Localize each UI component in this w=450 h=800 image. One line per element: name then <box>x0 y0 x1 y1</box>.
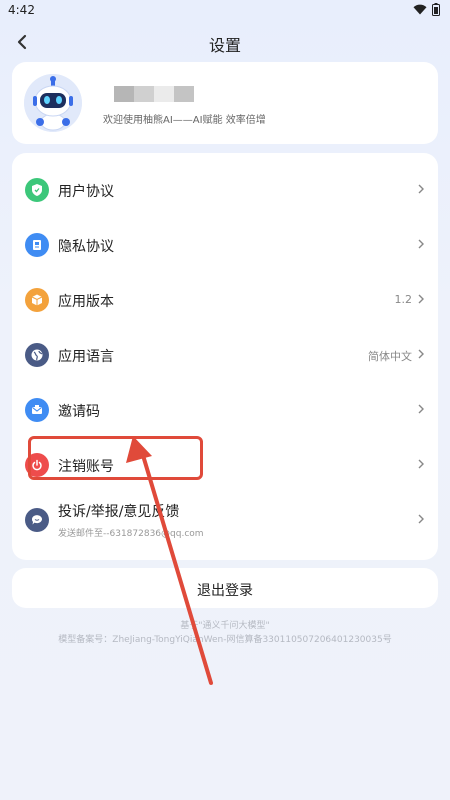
status-bar: 4:42 <box>0 0 450 22</box>
header: 设置 <box>0 26 450 60</box>
menu-label: 邀请码 <box>58 404 100 420</box>
welcome-text: 欢迎使用柚熊AI——AI赋能 效率倍增 <box>103 115 266 126</box>
menu-item-app-version[interactable]: 应用版本 1.2 <box>12 273 438 328</box>
menu-label: 投诉/举报/意见反馈 <box>58 504 180 520</box>
menu-item-feedback[interactable]: 投诉/举报/意见反馈 发送邮件至--631872836@qq.com <box>12 493 438 548</box>
menu-item-privacy-agreement[interactable]: 隐私协议 <box>12 218 438 273</box>
status-icons <box>413 3 440 16</box>
chevron-right-icon <box>418 294 424 304</box>
chevron-right-icon <box>418 349 424 359</box>
footer-model-info: 基于"通义千问大模型" <box>180 621 270 631</box>
menu-item-user-agreement[interactable]: 用户协议 <box>12 163 438 218</box>
chat-icon <box>25 508 49 532</box>
chevron-right-icon <box>418 184 424 194</box>
menu-item-app-language[interactable]: 应用语言 简体中文 <box>12 328 438 383</box>
battery-icon <box>432 3 440 16</box>
envelope-icon <box>25 398 49 422</box>
box-icon <box>25 288 49 312</box>
avatar[interactable] <box>24 74 82 132</box>
menu-label: 隐私协议 <box>58 239 114 255</box>
menu-value-version: 1.2 <box>394 293 413 306</box>
settings-menu: 用户协议 隐私协议 应用版本 1.2 应用语言 简体中文 邀请码 注销账号 投诉… <box>12 153 438 560</box>
chevron-right-icon <box>418 514 424 524</box>
robot-avatar-icon <box>24 74 82 132</box>
status-time: 4:42 <box>8 3 35 17</box>
page-title: 设置 <box>208 36 241 55</box>
logout-button[interactable]: 退出登录 <box>12 568 438 608</box>
profile-card[interactable]: 欢迎使用柚熊AI——AI赋能 效率倍增 <box>12 62 438 144</box>
menu-value-language: 简体中文 <box>368 350 412 363</box>
feedback-email: 发送邮件至--631872836@qq.com <box>58 529 204 539</box>
wifi-icon <box>413 4 427 15</box>
chevron-right-icon <box>418 404 424 414</box>
shield-icon <box>25 178 49 202</box>
annotation-highlight-box <box>28 436 203 480</box>
menu-item-invite-code[interactable]: 邀请码 <box>12 383 438 438</box>
menu-label: 用户协议 <box>58 184 114 200</box>
chevron-right-icon <box>418 239 424 249</box>
globe-icon <box>25 343 49 367</box>
logout-label: 退出登录 <box>197 583 253 599</box>
menu-label: 应用版本 <box>58 294 114 310</box>
username-redacted <box>114 86 194 102</box>
menu-label: 应用语言 <box>58 349 114 365</box>
document-icon <box>25 233 49 257</box>
chevron-right-icon <box>418 459 424 469</box>
footer-filing-number: 模型备案号：ZheJiang-TongYiQianWen-网信算备3301105… <box>58 635 392 645</box>
